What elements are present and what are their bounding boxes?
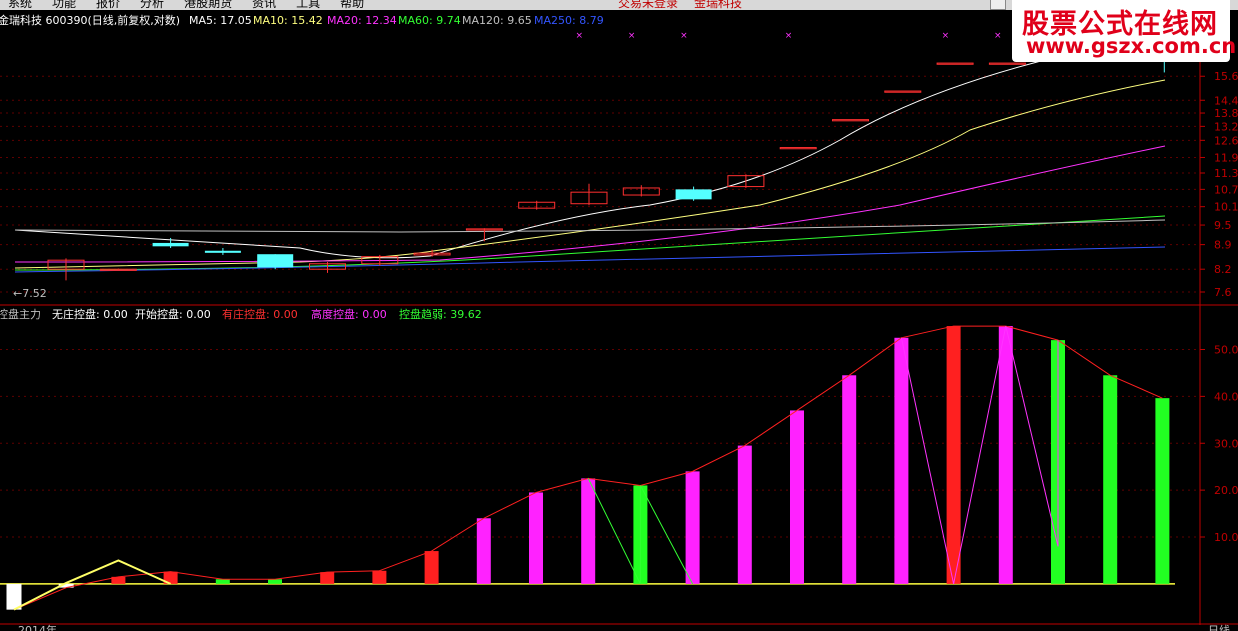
indicator-bar: [998, 326, 1013, 584]
price-tick-label: 12.6: [1214, 134, 1238, 147]
price-axis: 15.6 14.413.813.212.6 11.9 11.3 10.7 10.1 9.5 8…: [1200, 70, 1238, 299]
indicator-bar: [372, 570, 387, 584]
indicator-bar: [1155, 398, 1170, 584]
candle-body: [832, 119, 869, 122]
ma250-label: MA250: 8.79: [534, 14, 604, 27]
candle-body: [204, 250, 241, 253]
indicator-item-high: 高度控盘: 0.00: [311, 307, 387, 321]
stock-title: 金瑞科技 600390(日线,前复权,对数): [0, 13, 180, 27]
menu-tools[interactable]: 工具: [296, 0, 320, 10]
minimize-icon[interactable]: [990, 0, 1006, 10]
indicator-bar: [215, 579, 230, 584]
indicator-axis: 10.0 20.0 30.0 40.0 50.0: [1200, 344, 1238, 544]
signal-marker: ×: [785, 31, 793, 41]
indicator-item-weakening: 控盘趋弱: 39.62: [399, 307, 482, 321]
price-tick-label: 10.7: [1214, 183, 1238, 196]
current-stock-name: 金瑞科技: [694, 0, 743, 10]
watermark-url: www.gszx.com.cn: [1026, 34, 1237, 58]
signal-marker: ×: [942, 31, 950, 41]
menu-news[interactable]: 资讯: [252, 0, 276, 10]
ma10-label: MA10: 15.42: [253, 14, 323, 27]
indicator-bar: [842, 375, 857, 584]
menu-quote[interactable]: 报价: [96, 0, 120, 10]
ma-legend: MA5: 17.05 MA10: 15.42 MA20: 12.34 MA60:…: [189, 14, 604, 27]
start-line: [13, 559, 172, 611]
candle-body: [988, 62, 1026, 65]
indicator-bar: [529, 492, 543, 584]
indicator-bar: [476, 518, 491, 584]
menu-analysis[interactable]: 分析: [140, 0, 164, 10]
indicator-tick-label: 10.0: [1214, 531, 1238, 544]
indicator-bar: [1103, 375, 1118, 584]
high-line: [900, 325, 1059, 584]
indicator-bar: [424, 551, 439, 584]
indicator-bar: [268, 579, 282, 584]
ma-line: [14, 44, 1111, 259]
candle-body: [152, 242, 189, 247]
candle-body: [257, 254, 294, 268]
price-tick-label: 7.6: [1214, 286, 1232, 299]
indicator-bar: [737, 445, 752, 584]
price-tick-label: 10.1: [1214, 201, 1238, 214]
footer-period: 日线: [1208, 623, 1230, 631]
indicator-tick-label: 50.0: [1214, 344, 1238, 357]
menu-function[interactable]: 功能: [52, 0, 76, 10]
candle-body: [779, 147, 817, 150]
trade-login-status[interactable]: 交易未登录: [618, 0, 678, 10]
indicator-title: 控盘主力: [0, 307, 41, 321]
signal-marker: ×: [680, 31, 688, 41]
price-tick-label: 9.5: [1214, 219, 1232, 232]
price-tick-label: 13.8: [1214, 107, 1238, 120]
site-watermark: 股票公式在线网 www.gszx.com.cn: [1012, 0, 1236, 62]
price-tick-label: 11.3: [1214, 167, 1238, 180]
footer-year: 2014年: [18, 623, 57, 631]
indicator-bar: [894, 337, 909, 584]
ma-line: [14, 246, 1166, 273]
indicator-bar: [685, 471, 700, 584]
gridlines: [0, 75, 1200, 538]
indicator-item-none: 无庄控盘: 0.00: [52, 307, 128, 321]
indicator-tick-label: 20.0: [1214, 484, 1238, 497]
ma5-label: MA5: 17.05: [189, 14, 252, 27]
menu-help[interactable]: 帮助: [340, 0, 364, 10]
price-tick-label: 14.4: [1214, 94, 1238, 107]
price-tick-label: 8.2: [1214, 263, 1232, 276]
low-price-marker: ←7.52: [13, 287, 47, 300]
candle-body: [884, 90, 922, 93]
indicator-bars: [0, 326, 1175, 610]
indicator-bar: [320, 572, 335, 584]
indicator-bar: [946, 326, 961, 584]
ma60-label: MA60: 9.74: [398, 14, 461, 27]
candle-body: [936, 62, 974, 65]
indicator-item-start: 开始控盘: 0.00: [135, 307, 211, 321]
indicator-tick-label: 30.0: [1214, 437, 1238, 450]
weak-line: [587, 478, 694, 585]
ma120-label: MA120: 9.65: [462, 14, 532, 27]
indicator-bar: [6, 583, 22, 610]
menu-system[interactable]: 系统: [8, 0, 32, 10]
signal-marker: ×: [628, 31, 636, 41]
price-tick-label: 11.9: [1214, 151, 1238, 164]
candle-body: [675, 189, 712, 200]
indicator-bar: [790, 410, 804, 584]
signal-marker: ×: [994, 31, 1002, 41]
indicator-tick-label: 40.0: [1214, 390, 1238, 403]
ma-line: [14, 219, 1166, 233]
moving-average-lines: [14, 44, 1166, 273]
ma20-label: MA20: 12.34: [327, 14, 397, 27]
signal-marker: ×: [576, 31, 584, 41]
indicator-item-controlled: 有庄控盘: 0.00: [222, 307, 298, 321]
price-tick-label: 15.6: [1214, 70, 1238, 83]
ma-line: [14, 79, 1166, 269]
indicator-bar: [581, 478, 596, 584]
price-tick-label: 13.2: [1214, 120, 1238, 133]
price-tick-label: 8.9: [1214, 239, 1232, 252]
menu-hk-futures[interactable]: 港股期货: [184, 0, 232, 10]
stock-chart[interactable]: ××××××× 15.614.413.813.212.611.911.310.7…: [0, 0, 1238, 631]
